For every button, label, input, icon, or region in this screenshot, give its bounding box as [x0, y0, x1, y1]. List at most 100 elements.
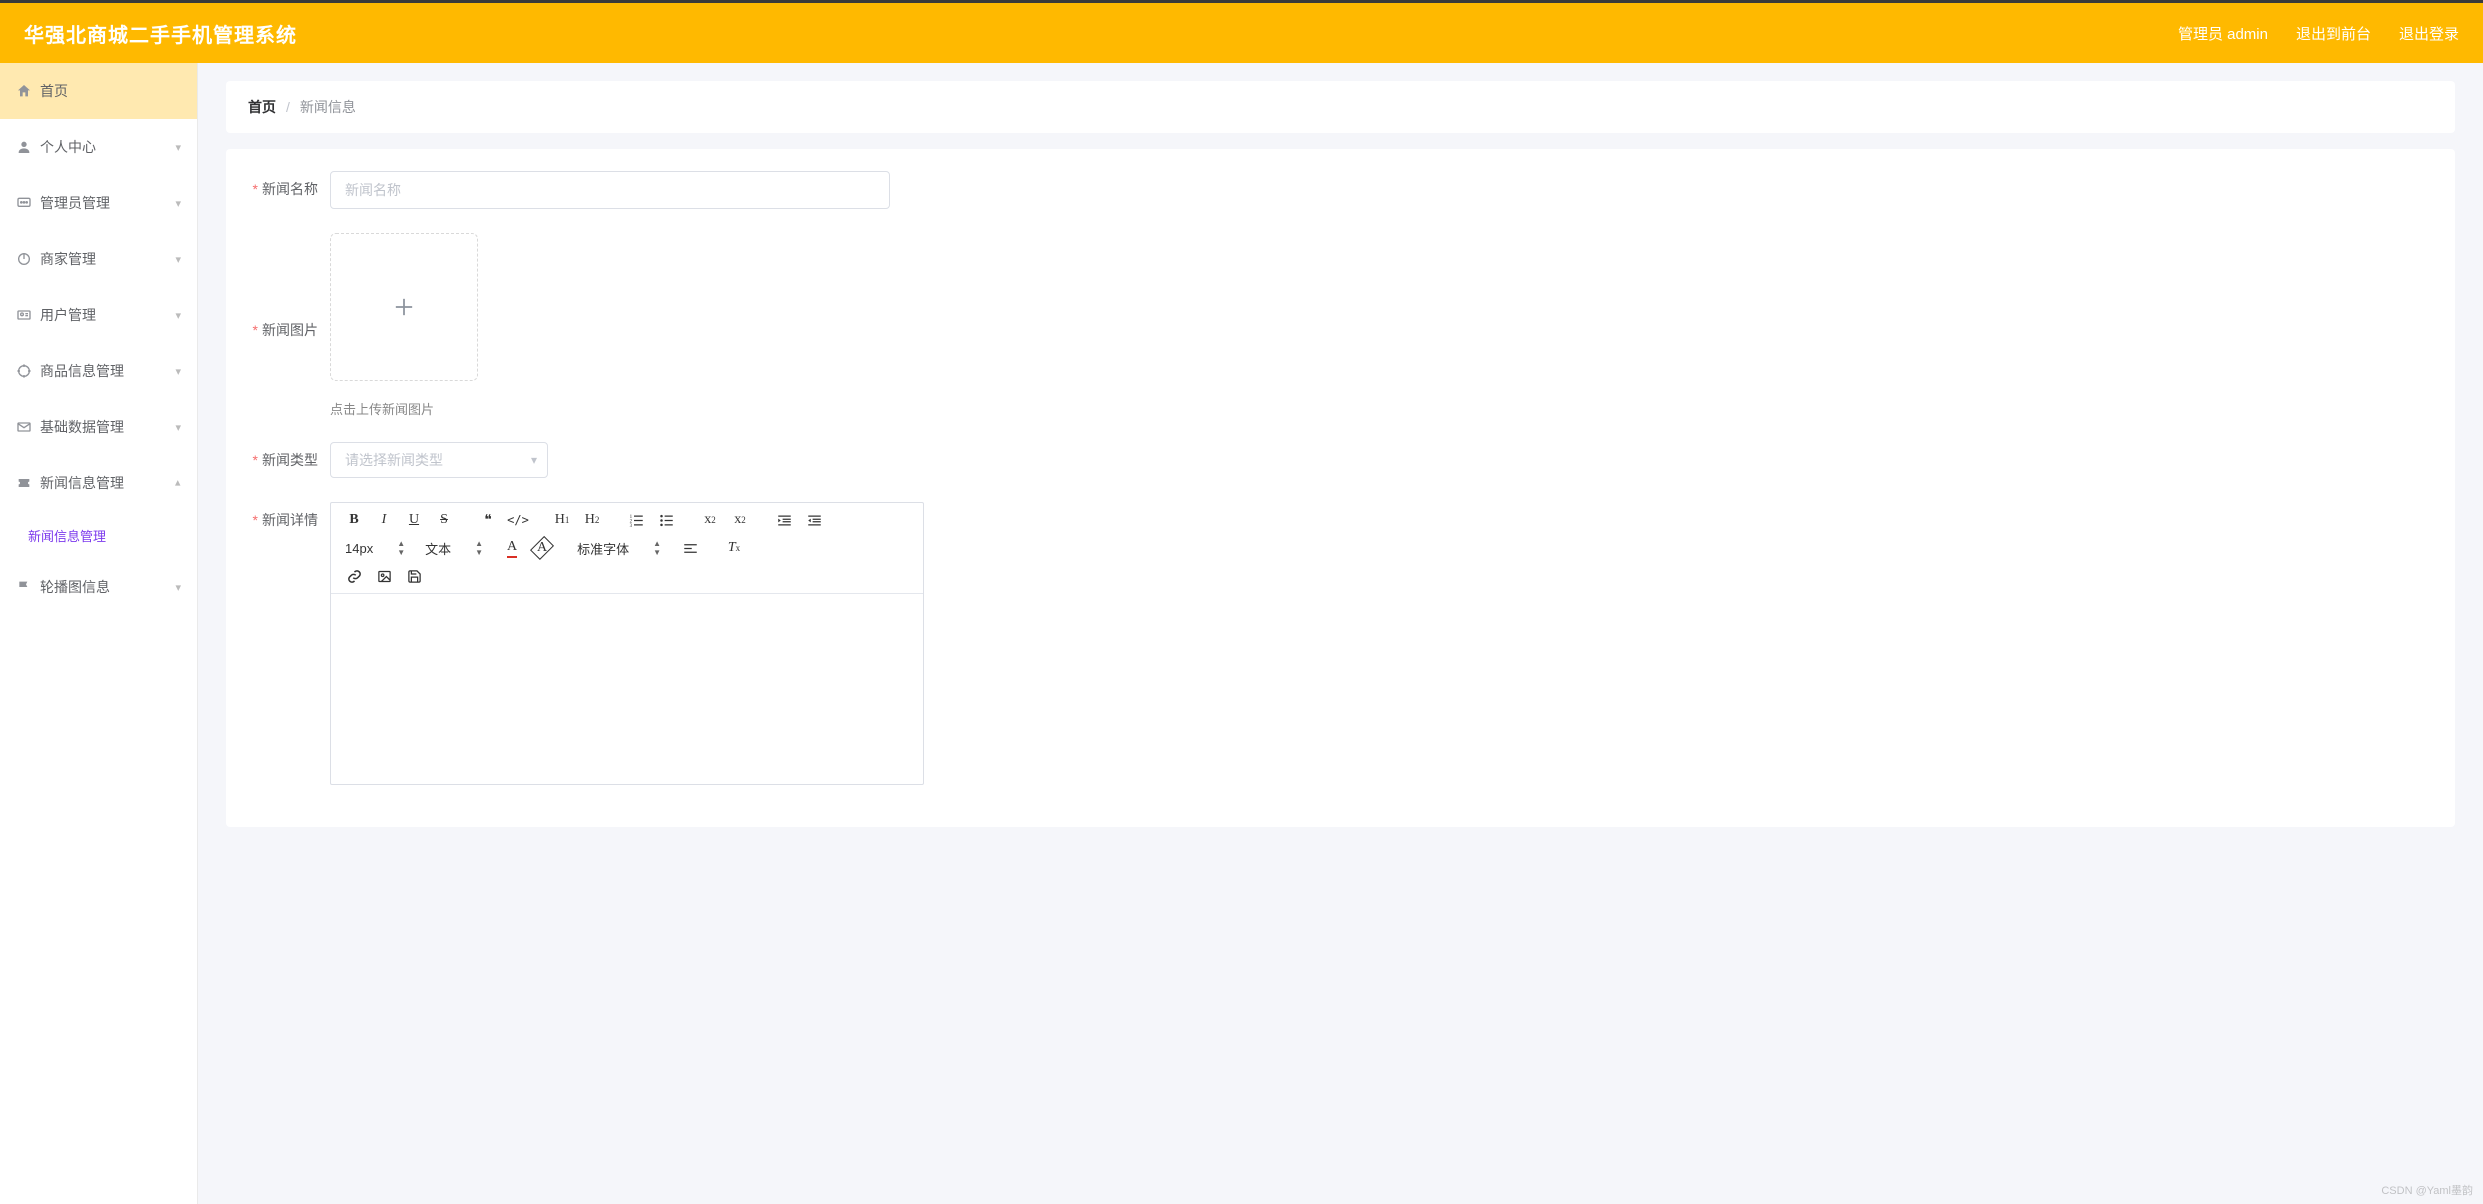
label-news-image: *新闻图片 — [242, 312, 330, 340]
target-icon — [16, 363, 32, 379]
sidebar: 首页 个人中心 ▾ 管理员管理 ▾ 商家管理 ▾ — [0, 63, 198, 1204]
required-mark: * — [253, 512, 258, 528]
news-name-input[interactable] — [330, 171, 890, 209]
sidebar-item-admin-mgmt[interactable]: 管理员管理 ▾ — [0, 175, 197, 231]
chevron-down-icon: ▾ — [175, 309, 181, 322]
sidebar-item-label: 基础数据管理 — [40, 417, 124, 437]
form-row-news-name: *新闻名称 — [242, 159, 2439, 221]
sidebar-item-basedata-mgmt[interactable]: 基础数据管理 ▾ — [0, 399, 197, 455]
logout-link[interactable]: 退出登录 — [2399, 23, 2459, 44]
mail-icon — [16, 419, 32, 435]
breadcrumb-current: 新闻信息 — [300, 97, 356, 117]
power-icon — [16, 251, 32, 267]
block-format-select[interactable]: 文本▲▼ — [419, 536, 489, 560]
sidebar-item-label: 用户管理 — [40, 305, 96, 325]
header-actions: 管理员 admin 退出到前台 退出登录 — [2178, 23, 2459, 44]
upload-hint: 点击上传新闻图片 — [330, 399, 478, 418]
sidebar-item-label: 管理员管理 — [40, 193, 110, 213]
editor-content-area[interactable] — [331, 594, 923, 784]
outdent-button[interactable] — [769, 507, 799, 533]
chevron-down-icon: ▾ — [531, 453, 537, 467]
chat-icon — [16, 195, 32, 211]
dropdown-icon: ▲▼ — [475, 539, 483, 557]
sidebar-subitem-news-mgmt[interactable]: 新闻信息管理 — [0, 511, 197, 559]
ordered-list-button[interactable]: 123 — [621, 507, 651, 533]
flag-icon — [16, 579, 32, 595]
label-news-name: *新闻名称 — [242, 171, 330, 199]
chevron-down-icon: ▾ — [175, 253, 181, 266]
blockquote-button[interactable]: ❝ — [473, 507, 503, 533]
news-type-select[interactable]: 请选择新闻类型 ▾ — [330, 442, 548, 478]
app-header: 华强北商城二手手机管理系统 管理员 admin 退出到前台 退出登录 — [0, 3, 2483, 63]
heading2-button[interactable]: H2 — [577, 507, 607, 533]
select-placeholder: 请选择新闻类型 — [345, 450, 443, 470]
sidebar-item-product-mgmt[interactable]: 商品信息管理 ▾ — [0, 343, 197, 399]
dropdown-icon: ▲▼ — [653, 539, 661, 557]
sidebar-item-label: 首页 — [40, 81, 68, 101]
sidebar-item-label: 商家管理 — [40, 249, 96, 269]
sidebar-subitem-label: 新闻信息管理 — [28, 526, 106, 545]
chevron-up-icon: ▾ — [175, 477, 181, 490]
breadcrumb: 首页 / 新闻信息 — [226, 81, 2455, 133]
code-block-button[interactable]: </> — [503, 507, 533, 533]
form-card: *新闻名称 *新闻图片 点击上传新闻图片 *新闻类型 — [226, 149, 2455, 827]
link-button[interactable] — [339, 563, 369, 589]
svg-text:3: 3 — [629, 523, 632, 527]
editor-toolbar: B I U S ❝ </> H1 H2 123 x2 — [331, 503, 923, 594]
italic-button[interactable]: I — [369, 507, 399, 533]
font-color-button[interactable]: A — [497, 535, 527, 561]
subscript-button[interactable]: x2 — [695, 507, 725, 533]
required-mark: * — [253, 322, 258, 338]
label-news-detail: *新闻详情 — [242, 502, 330, 530]
chevron-down-icon: ▾ — [175, 141, 181, 154]
admin-label[interactable]: 管理员 admin — [2178, 23, 2268, 44]
sidebar-item-news-mgmt[interactable]: 新闻信息管理 ▾ — [0, 455, 197, 511]
indent-button[interactable] — [799, 507, 829, 533]
id-card-icon — [16, 307, 32, 323]
form-row-news-detail: *新闻详情 B I U S ❝ </> H1 H2 — [242, 490, 2439, 797]
underline-button[interactable]: U — [399, 507, 429, 533]
unordered-list-button[interactable] — [651, 507, 681, 533]
breadcrumb-separator: / — [286, 99, 290, 115]
chevron-down-icon: ▾ — [175, 581, 181, 594]
required-mark: * — [253, 452, 258, 468]
sidebar-item-user-mgmt[interactable]: 用户管理 ▾ — [0, 287, 197, 343]
sidebar-item-label: 个人中心 — [40, 137, 96, 157]
heading1-button[interactable]: H1 — [547, 507, 577, 533]
font-family-select[interactable]: 标准字体▲▼ — [571, 536, 667, 560]
superscript-button[interactable]: x2 — [725, 507, 755, 533]
clear-format-button[interactable]: Tx — [719, 535, 749, 561]
upload-image-box[interactable] — [330, 233, 478, 381]
sidebar-item-home[interactable]: 首页 — [0, 63, 197, 119]
chevron-down-icon: ▾ — [175, 421, 181, 434]
sidebar-item-label: 轮播图信息 — [40, 577, 110, 597]
to-frontend-link[interactable]: 退出到前台 — [2296, 23, 2371, 44]
sidebar-item-merchant-mgmt[interactable]: 商家管理 ▾ — [0, 231, 197, 287]
required-mark: * — [253, 181, 258, 197]
image-button[interactable] — [369, 563, 399, 589]
chevron-down-icon: ▾ — [175, 365, 181, 378]
home-icon — [16, 83, 32, 99]
ticket-icon — [16, 475, 32, 491]
save-button[interactable] — [399, 563, 429, 589]
chevron-down-icon: ▾ — [175, 197, 181, 210]
rich-text-editor: B I U S ❝ </> H1 H2 123 x2 — [330, 502, 924, 785]
bold-button[interactable]: B — [339, 507, 369, 533]
sidebar-item-label: 商品信息管理 — [40, 361, 124, 381]
align-button[interactable] — [675, 535, 705, 561]
font-size-select[interactable]: 14px▲▼ — [339, 536, 411, 560]
label-news-type: *新闻类型 — [242, 442, 330, 470]
sidebar-item-profile[interactable]: 个人中心 ▾ — [0, 119, 197, 175]
highlight-button[interactable]: A — [527, 535, 557, 561]
sidebar-item-carousel[interactable]: 轮播图信息 ▾ — [0, 559, 197, 615]
user-icon — [16, 139, 32, 155]
dropdown-icon: ▲▼ — [397, 539, 405, 557]
plus-icon — [390, 293, 418, 321]
form-row-news-type: *新闻类型 请选择新闻类型 ▾ — [242, 430, 2439, 490]
form-row-news-image: *新闻图片 点击上传新闻图片 — [242, 221, 2439, 430]
breadcrumb-root[interactable]: 首页 — [248, 97, 276, 117]
strike-button[interactable]: S — [429, 507, 459, 533]
app-title: 华强北商城二手手机管理系统 — [24, 19, 297, 48]
sidebar-item-label: 新闻信息管理 — [40, 473, 124, 493]
main-content: 首页 / 新闻信息 *新闻名称 *新闻图片 点击上传新闻图片 — [198, 63, 2483, 1204]
